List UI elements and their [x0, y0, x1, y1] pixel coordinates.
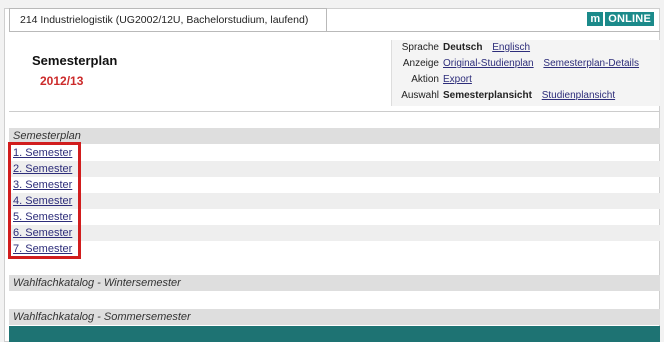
option-row-sprache: Sprache Deutsch Englisch — [392, 40, 660, 56]
view-active: Semesterplansicht — [443, 90, 532, 101]
option-row-aktion: Aktion Export — [392, 72, 660, 88]
option-key: Aktion — [411, 74, 439, 85]
tab-study-program[interactable]: 214 Industrielogistik (UG2002/12U, Bache… — [9, 8, 327, 32]
section-semesterplan: Semesterplan — [9, 128, 660, 144]
option-row-auswahl: Auswahl Semesterplansicht Studienplansic… — [392, 88, 660, 104]
original-studienplan-link[interactable]: Original-Studienplan — [443, 58, 534, 69]
highlight-box — [8, 142, 81, 259]
semester-row: 6. Semester — [9, 225, 660, 241]
option-row-anzeige: Anzeige Original-Studienplan Semesterpla… — [392, 56, 660, 72]
bottom-bar — [9, 326, 660, 342]
option-key: Auswahl — [401, 90, 439, 101]
semester-row: 7. Semester — [9, 241, 660, 257]
language-link-english[interactable]: Englisch — [492, 42, 530, 53]
language-active: Deutsch — [443, 42, 483, 53]
logo-mark-icon: m — [587, 12, 604, 26]
semester-row: 1. Semester — [9, 145, 660, 161]
options-panel: Sprache Deutsch Englisch Anzeige Origina… — [391, 40, 660, 106]
option-key: Sprache — [401, 42, 439, 53]
online-logo: m ONLINE — [587, 11, 654, 27]
tab-underline — [9, 31, 660, 32]
semester-row: 3. Semester — [9, 177, 660, 193]
academic-year: 2012/13 — [40, 74, 84, 88]
logo-word: ONLINE — [605, 12, 654, 26]
section-wintersemester: Wahlfachkatalog - Wintersemester — [9, 275, 660, 291]
semester-row: 4. Semester — [9, 193, 660, 209]
divider — [9, 111, 660, 112]
page-title: Semesterplan — [32, 53, 118, 68]
option-key: Anzeige — [402, 58, 439, 69]
studienplansicht-link[interactable]: Studienplansicht — [542, 90, 615, 101]
export-link[interactable]: Export — [443, 74, 472, 85]
semester-row: 2. Semester — [9, 161, 660, 177]
semesterplan-details-link[interactable]: Semesterplan-Details — [543, 58, 639, 69]
semester-row: 5. Semester — [9, 209, 660, 225]
section-sommersemester: Wahlfachkatalog - Sommersemester — [9, 309, 660, 325]
